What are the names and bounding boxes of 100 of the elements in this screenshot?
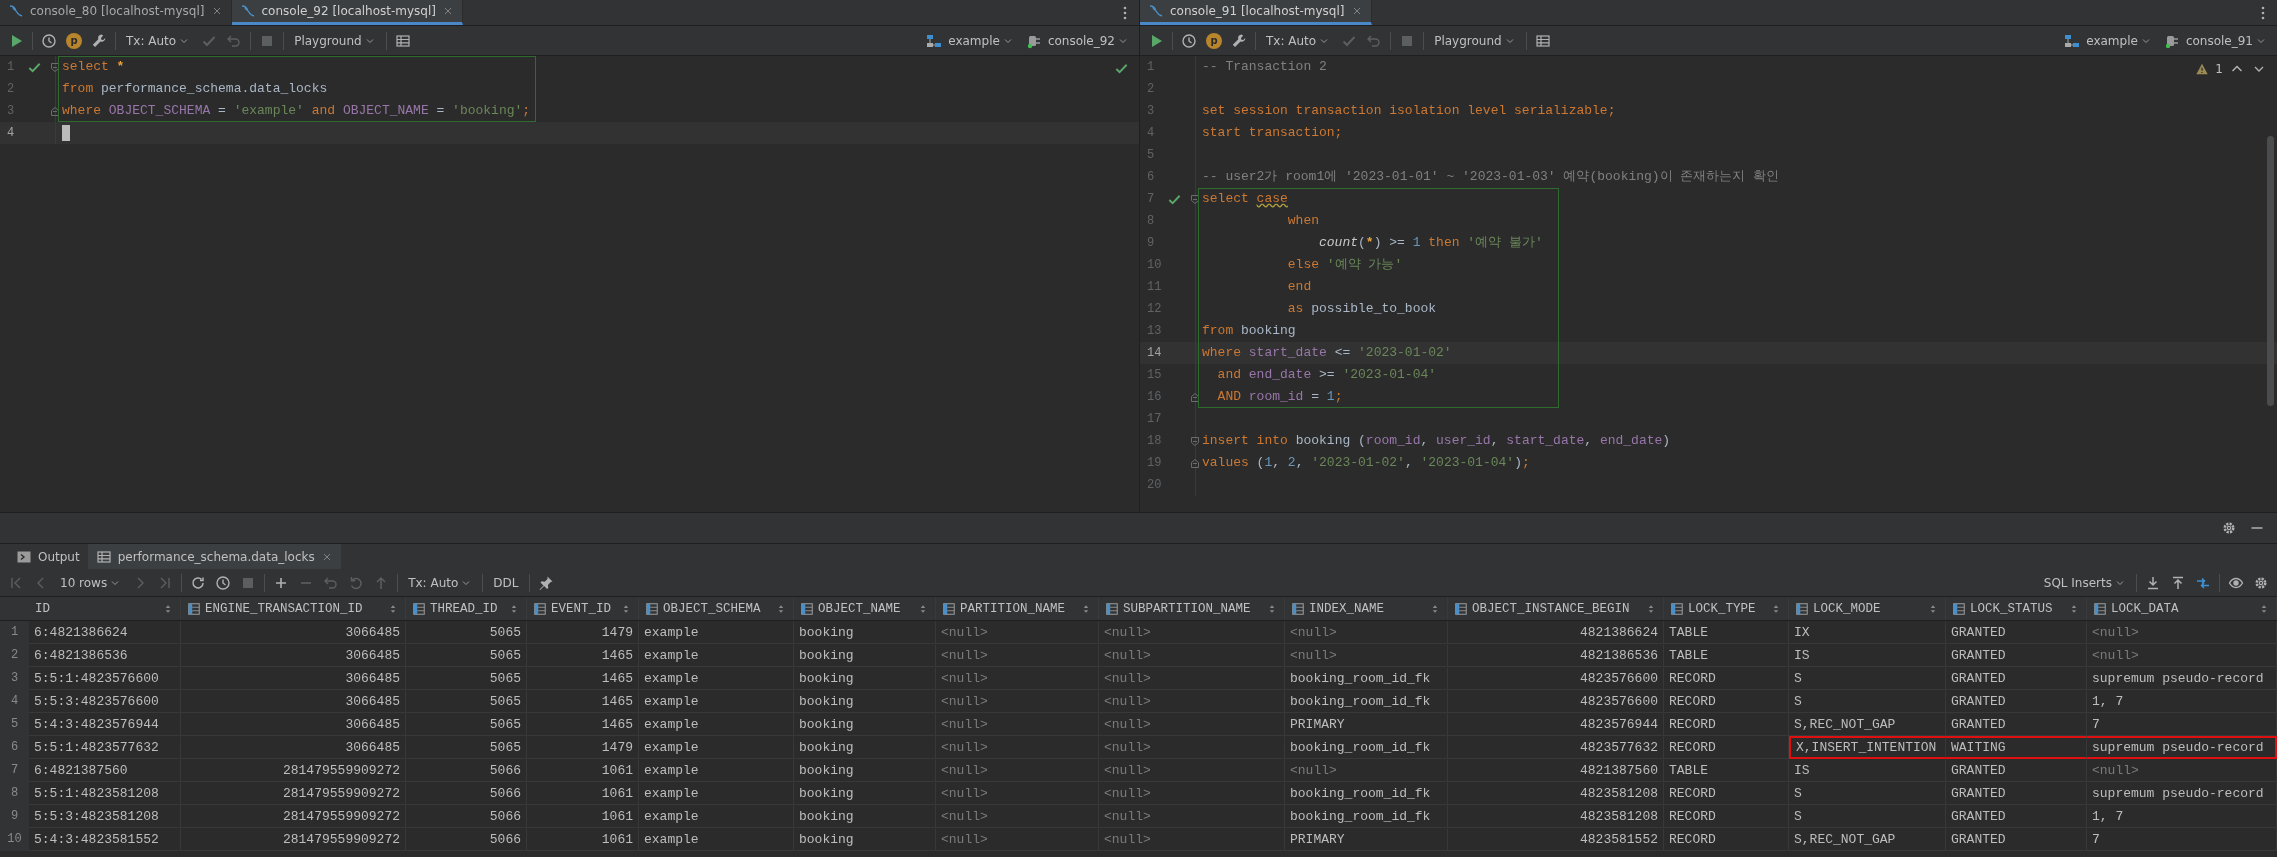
console-icon (239, 3, 256, 19)
fold-icon[interactable] (49, 61, 61, 73)
column-icon (942, 601, 956, 616)
dropdown-button[interactable]: SQL Inserts (2041, 575, 2128, 590)
row-number: 5 (0, 713, 29, 736)
editor-tab[interactable]: console_80 [localhost-mysql] (0, 0, 232, 25)
fold-icon[interactable] (49, 105, 61, 117)
column-icon (2093, 601, 2107, 616)
explain-button[interactable]: p (66, 32, 82, 49)
fold-icon[interactable] (1189, 457, 1201, 469)
table-icon[interactable] (394, 32, 411, 49)
table-cell: 1465 (527, 644, 639, 667)
warning-count: 1 (2215, 62, 2223, 76)
table-cell: supremum pseudo-record (2087, 782, 2277, 805)
table-cell: 1061 (527, 828, 639, 851)
column-icon (800, 601, 814, 616)
schema-icon (926, 32, 943, 49)
table-cell: <null> (1099, 644, 1285, 667)
table-cell: <null> (2087, 759, 2277, 782)
table-cell: <null> (2087, 621, 2277, 644)
dropdown-button[interactable]: Tx: Auto (1264, 33, 1333, 48)
schema-selector[interactable]: example (924, 32, 1016, 49)
fold-icon[interactable] (1189, 193, 1201, 205)
column-header[interactable]: ENGINE_TRANSACTION_ID (181, 597, 406, 620)
column-icon (533, 601, 547, 616)
table-cell: <null> (1099, 621, 1285, 644)
dropdown-button[interactable]: Tx: Auto (406, 575, 475, 590)
table-icon (95, 548, 112, 565)
table-cell: 5:5:3:4823576600 (29, 690, 181, 713)
explain-button[interactable]: p (1206, 32, 1222, 49)
pin-icon[interactable] (537, 574, 554, 591)
column-header[interactable]: LOCK_STATUS (1946, 597, 2087, 620)
table-cell: TABLE (1664, 644, 1789, 667)
dropdown-button[interactable]: Tx: Auto (124, 33, 193, 48)
editor-tab[interactable]: console_92 [localhost-mysql] (231, 0, 463, 25)
table-cell: <null> (1099, 667, 1285, 690)
clock-icon[interactable] (1181, 32, 1197, 49)
dropdown-button[interactable]: Playground (292, 33, 378, 48)
column-header[interactable]: INDEX_NAME (1285, 597, 1448, 620)
upload-icon[interactable] (2170, 574, 2186, 591)
line-number: 1 (7, 60, 16, 74)
column-header[interactable]: LOCK_TYPE (1664, 597, 1789, 620)
column-header[interactable]: LOCK_MODE (1789, 597, 1946, 620)
result-tab[interactable]: Output (8, 544, 88, 569)
table-cell: S,REC_NOT_GAP (1789, 828, 1946, 851)
table-cell: example (639, 782, 794, 805)
table-cell: 3066485 (181, 667, 406, 690)
table-cell: 1, 7 (2087, 690, 2277, 713)
table-cell: booking_room_id_fk (1285, 736, 1448, 759)
row-number: 4 (0, 690, 29, 713)
table-cell: 5066 (406, 782, 527, 805)
table-icon[interactable] (1534, 32, 1551, 49)
table-cell: 6:4821386624 (29, 621, 181, 644)
schema-selector[interactable]: example (2062, 32, 2154, 49)
table-cell: <null> (936, 805, 1099, 828)
table-cell: PRIMARY (1285, 713, 1448, 736)
scrollbar[interactable] (2267, 136, 2274, 406)
dropdown-button[interactable]: 10 rows (58, 575, 124, 590)
row-number: 2 (0, 644, 29, 667)
table-cell: <null> (936, 759, 1099, 782)
table-cell: RECORD (1664, 736, 1789, 759)
table-cell: RECORD (1664, 690, 1789, 713)
dropdown-button[interactable]: Playground (1432, 33, 1518, 48)
line-number: 5 (1147, 148, 1156, 162)
table-cell: S,REC_NOT_GAP (1789, 713, 1946, 736)
refresh-icon[interactable] (190, 574, 207, 591)
warning-icon (2195, 62, 2210, 76)
clock-icon[interactable] (215, 574, 232, 591)
download-icon[interactable] (2145, 574, 2161, 591)
settings-icon[interactable] (2221, 520, 2237, 536)
column-header[interactable]: SUBPARTITION_NAME (1099, 597, 1285, 620)
ddl-button[interactable]: DDL (491, 575, 521, 590)
table-cell: example (639, 759, 794, 782)
column-header[interactable]: ID (29, 597, 181, 620)
wrench-icon[interactable] (1231, 32, 1247, 49)
column-header[interactable]: EVENT_ID (527, 597, 639, 620)
code-line: from performance_schema.data_locks (58, 78, 537, 100)
line-number: 20 (1147, 478, 1163, 492)
table-cell: 5:5:1:4823581208 (29, 782, 181, 805)
column-header[interactable]: PARTITION_NAME (936, 597, 1099, 620)
session-selector[interactable]: console_91 (2161, 32, 2269, 49)
column-header[interactable]: OBJECT_INSTANCE_BEGIN (1448, 597, 1664, 620)
session-selector[interactable]: console_92 (1023, 32, 1131, 49)
line-number: 3 (1147, 104, 1156, 118)
column-header[interactable]: THREAD_ID (406, 597, 527, 620)
wrench-icon[interactable] (91, 32, 107, 49)
table-cell: 4823581208 (1448, 805, 1664, 828)
fold-icon[interactable] (1189, 435, 1201, 447)
clock-icon[interactable] (41, 32, 57, 49)
close-icon[interactable] (442, 5, 454, 17)
table-cell: 4823581208 (1448, 782, 1664, 805)
editor-tab[interactable]: console_91 [localhost-mysql] (1140, 0, 1372, 25)
column-header[interactable]: LOCK_DATA (2087, 597, 2277, 620)
table-cell: X,INSERT_INTENTION (1789, 736, 1946, 759)
table-cell: 4823577632 (1448, 736, 1664, 759)
result-tab[interactable]: performance_schema.data_locks (87, 544, 341, 569)
column-header[interactable]: OBJECT_SCHEMA (639, 597, 794, 620)
table-cell: 3066485 (181, 736, 406, 759)
column-header[interactable]: OBJECT_NAME (794, 597, 936, 620)
fold-icon[interactable] (1189, 391, 1201, 403)
